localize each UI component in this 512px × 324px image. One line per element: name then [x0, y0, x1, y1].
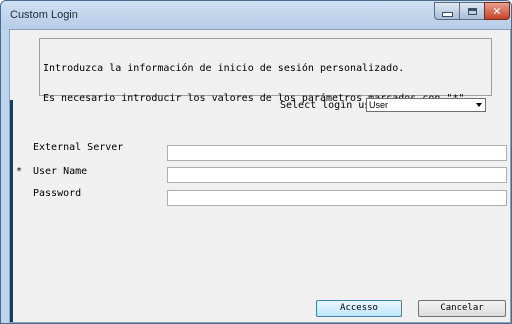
- required-marker: *: [16, 166, 23, 177]
- dialog-body: Introduzca la información de inicio de s…: [9, 29, 511, 323]
- info-box: Introduzca la información de inicio de s…: [39, 38, 492, 104]
- chevron-down-icon: [476, 103, 482, 107]
- accept-button[interactable]: Accesso: [316, 300, 402, 317]
- close-icon: ✕: [492, 4, 502, 18]
- left-edge-marker: [10, 100, 13, 322]
- maximize-button[interactable]: [459, 2, 485, 20]
- login-user-select-value: User: [369, 100, 389, 110]
- login-user-select[interactable]: User: [366, 98, 486, 112]
- minimize-icon: [441, 11, 453, 17]
- title-bar[interactable]: Custom Login ✕: [1, 1, 511, 29]
- minimize-button[interactable]: [434, 2, 460, 20]
- cancel-button[interactable]: Cancelar: [418, 300, 506, 317]
- custom-login-window: Custom Login ✕ Introduzca la información…: [0, 0, 512, 324]
- user-name-field[interactable]: [167, 167, 507, 183]
- user-name-label: User Name: [33, 166, 88, 177]
- password-label: Password: [33, 188, 82, 199]
- external-server-label: External Server: [33, 142, 124, 153]
- info-line-1: Introduzca la información de inicio de s…: [43, 63, 405, 74]
- window-title: Custom Login: [10, 9, 78, 21]
- external-server-field[interactable]: [167, 145, 507, 161]
- password-field[interactable]: [167, 190, 507, 206]
- close-button[interactable]: ✕: [484, 2, 510, 20]
- maximize-icon: [467, 7, 477, 15]
